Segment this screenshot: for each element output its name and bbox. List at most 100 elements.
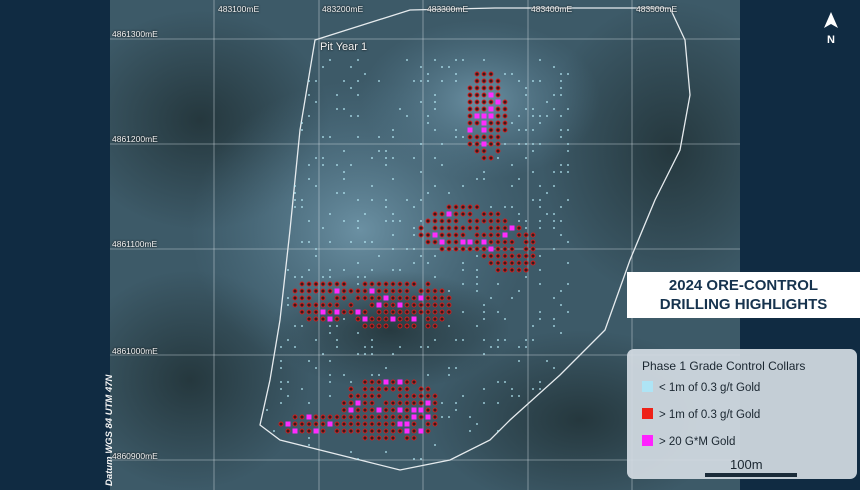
collar-low-grade <box>455 59 457 61</box>
collar-low-grade <box>371 199 373 201</box>
collar-low-grade <box>294 185 296 187</box>
collar-low-grade <box>378 80 380 82</box>
collar-low-grade <box>420 255 422 257</box>
collar-mid-grade <box>425 316 431 322</box>
collar-low-grade <box>364 213 366 215</box>
collar-mid-grade <box>397 386 403 392</box>
collar-low-grade <box>567 262 569 264</box>
collar-mid-grade <box>488 155 494 161</box>
collar-mid-grade <box>474 134 480 140</box>
collar-mid-grade <box>341 407 347 413</box>
collar-low-grade <box>301 388 303 390</box>
collar-mid-grade <box>446 246 452 252</box>
collar-low-grade <box>483 318 485 320</box>
collar-low-grade <box>287 269 289 271</box>
collar-mid-grade <box>523 260 529 266</box>
collar-low-grade <box>413 80 415 82</box>
collar-mid-grade <box>376 421 382 427</box>
northing-label: 4861100mE <box>112 239 158 249</box>
collar-mid-grade <box>474 85 480 91</box>
collar-mid-grade <box>348 309 354 315</box>
collar-mid-grade <box>404 379 410 385</box>
collar-mid-grade <box>320 295 326 301</box>
collar-mid-grade <box>348 302 354 308</box>
collar-mid-grade <box>439 232 445 238</box>
collar-low-grade <box>455 129 457 131</box>
collar-low-grade <box>448 416 450 418</box>
collar-low-grade <box>343 80 345 82</box>
collar-mid-grade <box>432 393 438 399</box>
collar-mid-grade <box>292 288 298 294</box>
collar-low-grade <box>532 108 534 110</box>
collar-mid-grade <box>495 106 501 112</box>
collar-low-grade <box>301 206 303 208</box>
collar-low-grade <box>560 332 562 334</box>
collar-low-grade <box>560 234 562 236</box>
collar-high-grade <box>411 316 417 322</box>
terrain-shade <box>270 270 510 390</box>
collar-low-grade <box>462 395 464 397</box>
collar-low-grade <box>448 367 450 369</box>
collar-mid-grade <box>404 323 410 329</box>
collar-mid-grade <box>460 246 466 252</box>
collar-low-grade <box>329 395 331 397</box>
easting-label: 483100mE <box>218 4 260 14</box>
collar-low-grade <box>434 59 436 61</box>
northing-label: 4861200mE <box>112 134 158 144</box>
collar-mid-grade <box>369 435 375 441</box>
collar-low-grade <box>532 143 534 145</box>
collar-mid-grade <box>292 302 298 308</box>
pit-label: Pit Year 1 <box>320 41 368 53</box>
collar-mid-grade <box>425 393 431 399</box>
collar-low-grade <box>350 115 352 117</box>
collar-low-grade <box>455 136 457 138</box>
collar-mid-grade <box>495 225 501 231</box>
collar-low-grade <box>497 402 499 404</box>
collar-low-grade <box>280 346 282 348</box>
collar-mid-grade <box>390 302 396 308</box>
collar-mid-grade <box>467 99 473 105</box>
collar-mid-grade <box>453 225 459 231</box>
collar-low-grade <box>518 178 520 180</box>
collar-mid-grade <box>404 414 410 420</box>
collar-low-grade <box>378 136 380 138</box>
collar-low-grade <box>567 143 569 145</box>
collar-low-grade <box>308 402 310 404</box>
magenta-swatch-icon <box>642 435 653 446</box>
collar-mid-grade <box>299 428 305 434</box>
collar-mid-grade <box>446 218 452 224</box>
collar-low-grade <box>469 430 471 432</box>
collar-low-grade <box>371 241 373 243</box>
collar-low-grade <box>546 192 548 194</box>
collar-low-grade <box>553 325 555 327</box>
collar-high-grade <box>502 232 508 238</box>
collar-mid-grade <box>439 316 445 322</box>
collar-mid-grade <box>425 288 431 294</box>
collar-mid-grade <box>432 421 438 427</box>
collar-mid-grade <box>362 435 368 441</box>
easting-label: 483300mE <box>427 4 469 14</box>
collar-low-grade <box>476 269 478 271</box>
collar-mid-grade <box>278 421 284 427</box>
collar-low-grade <box>539 185 541 187</box>
collar-mid-grade <box>299 295 305 301</box>
collar-low-grade <box>406 59 408 61</box>
collar-mid-grade <box>299 421 305 427</box>
collar-mid-grade <box>474 92 480 98</box>
collar-mid-grade <box>320 428 326 434</box>
collar-low-grade <box>462 269 464 271</box>
collar-mid-grade <box>481 134 487 140</box>
collar-mid-grade <box>509 253 515 259</box>
collar-mid-grade <box>404 309 410 315</box>
collar-low-grade <box>357 262 359 264</box>
collar-low-grade <box>483 171 485 173</box>
collar-mid-grade <box>320 316 326 322</box>
collar-low-grade <box>329 325 331 327</box>
collar-high-grade <box>446 211 452 217</box>
collar-low-grade <box>567 129 569 131</box>
collar-low-grade <box>483 339 485 341</box>
collar-low-grade <box>546 115 548 117</box>
collar-mid-grade <box>334 302 340 308</box>
collar-mid-grade <box>481 71 487 77</box>
collar-low-grade <box>371 339 373 341</box>
